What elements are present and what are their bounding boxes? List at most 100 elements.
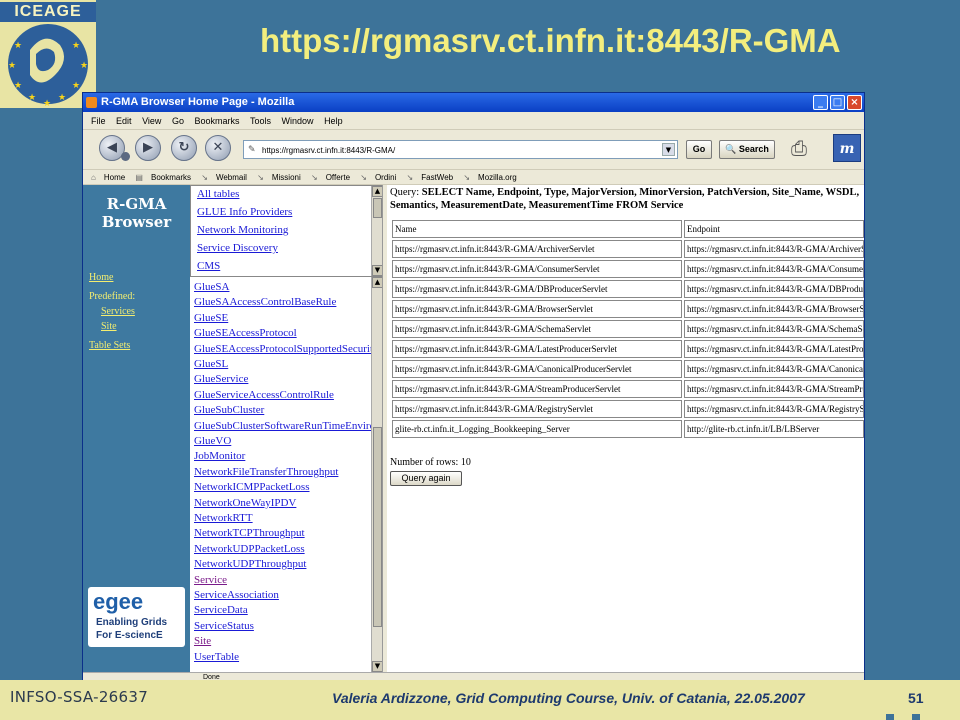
bookmark-home[interactable]: Home bbox=[104, 173, 125, 182]
table-link[interactable]: GlueSE bbox=[194, 312, 228, 324]
column-header-endpoint: Endpoint bbox=[684, 220, 864, 238]
table-link[interactable]: Service bbox=[194, 574, 227, 586]
cell-endpoint: https://rgmasrv.ct.infn.it:8443/R-GMA/DB… bbox=[684, 280, 864, 298]
table-link[interactable]: ServiceData bbox=[194, 604, 248, 616]
bookmark-webmail[interactable]: Webmail bbox=[216, 173, 247, 182]
table-link[interactable]: GlueSAAccessControlBaseRule bbox=[194, 296, 336, 308]
footer-square-decoration bbox=[912, 714, 920, 720]
bookmark-link-icon: ↘ bbox=[201, 173, 208, 182]
url-text[interactable]: https://rgmasrv.ct.infn.it:8443/R-GMA/ bbox=[262, 141, 395, 160]
svg-text:★: ★ bbox=[80, 60, 88, 70]
table-link[interactable]: NetworkUDPPacketLoss bbox=[194, 543, 305, 555]
table-link[interactable]: GlueSubCluster bbox=[194, 404, 264, 416]
table-link[interactable]: NetworkFileTransferThroughput bbox=[194, 466, 338, 478]
menu-window[interactable]: Window bbox=[282, 116, 314, 126]
scroll-thumb[interactable] bbox=[373, 427, 382, 627]
window-title: R-GMA Browser Home Page - Mozilla bbox=[101, 96, 295, 108]
url-history-icon[interactable]: ▼ bbox=[662, 143, 675, 156]
minimize-button[interactable]: _ bbox=[813, 95, 828, 110]
menu-go[interactable]: Go bbox=[172, 116, 184, 126]
table-link[interactable]: NetworkUDPThroughput bbox=[194, 558, 306, 570]
menu-bookmarks[interactable]: Bookmarks bbox=[194, 116, 239, 126]
table-set-service-discovery[interactable]: Service Discovery bbox=[197, 242, 278, 254]
stop-icon[interactable]: ✕ bbox=[205, 135, 231, 161]
table-link[interactable]: GlueSubClusterSoftwareRunTimeEnvironment bbox=[194, 420, 382, 432]
menu-file[interactable]: File bbox=[91, 116, 106, 126]
maximize-button[interactable]: □ bbox=[830, 95, 845, 110]
scroll-up-icon[interactable]: ▲ bbox=[372, 186, 382, 197]
table-set-glue-info-providers[interactable]: GLUE Info Providers bbox=[197, 206, 292, 218]
table-link[interactable]: GlueSEAccessProtocolSupportedSecurity bbox=[194, 343, 379, 355]
nav-site-link[interactable]: Site bbox=[101, 321, 117, 332]
results-body: Name Endpoint https://rgmasrv.ct.infn.it… bbox=[392, 220, 864, 438]
scroll-thumb[interactable] bbox=[373, 198, 382, 218]
search-button[interactable]: 🔍 Search bbox=[719, 140, 775, 159]
bookmark-bookmarks[interactable]: Bookmarks bbox=[151, 173, 191, 182]
bookmark-fastweb[interactable]: FastWeb bbox=[421, 173, 453, 182]
table-row: https://rgmasrv.ct.infn.it:8443/R-GMA/Ar… bbox=[392, 240, 864, 258]
bookmarks-toolbar: ⌂ Home ▤ Bookmarks ↘ Webmail ↘ Missioni ↘ Off… bbox=[83, 170, 864, 185]
table-set-network-monitoring[interactable]: Network Monitoring bbox=[197, 224, 288, 236]
mozilla-window: R-GMA Browser Home Page - Mozilla _ □ × … bbox=[82, 92, 865, 682]
table-link[interactable]: UserTable bbox=[194, 651, 239, 663]
scroll-up-icon[interactable]: ▲ bbox=[372, 277, 382, 288]
table-set-all-tables[interactable]: All tables bbox=[197, 188, 239, 200]
table-row: https://rgmasrv.ct.infn.it:8443/R-GMA/Br… bbox=[392, 300, 864, 318]
url-bar[interactable]: ✎ https://rgmasrv.ct.infn.it:8443/R-GMA/… bbox=[243, 140, 678, 159]
menu-help[interactable]: Help bbox=[324, 116, 343, 126]
footer-grant-id: INFSO-SSA-26637 bbox=[10, 688, 149, 706]
table-link[interactable]: NetworkICMPPacketLoss bbox=[194, 481, 310, 493]
window-titlebar[interactable]: R-GMA Browser Home Page - Mozilla _ □ × bbox=[83, 93, 864, 112]
bookmark-offerte[interactable]: Offerte bbox=[326, 173, 350, 182]
menu-view[interactable]: View bbox=[142, 116, 161, 126]
nav-home-link[interactable]: Home bbox=[89, 272, 113, 283]
table-sets-scrollbar[interactable]: ▲ ▼ bbox=[371, 186, 382, 276]
tables-scrollbar[interactable]: ▲ ▼ bbox=[371, 277, 382, 672]
bookmark-missioni[interactable]: Missioni bbox=[272, 173, 301, 182]
table-link[interactable]: GlueSA bbox=[194, 281, 229, 293]
svg-text:★: ★ bbox=[8, 60, 16, 70]
iceage-logo-title: ICEAGE bbox=[0, 2, 96, 22]
cell-name: https://rgmasrv.ct.infn.it:8443/R-GMA/Co… bbox=[392, 260, 682, 278]
cell-endpoint: https://rgmasrv.ct.infn.it:8443/R-GMA/Co… bbox=[684, 260, 864, 278]
reload-icon[interactable]: ↻ bbox=[171, 135, 197, 161]
menu-bar: File Edit View Go Bookmarks Tools Window… bbox=[83, 112, 864, 130]
forward-icon[interactable]: ▶ bbox=[135, 135, 161, 161]
scroll-down-icon[interactable]: ▼ bbox=[372, 265, 382, 276]
mozilla-logo[interactable]: m bbox=[833, 134, 861, 162]
cell-name: glite-rb.ct.infn.it_Logging_Bookkeeping_… bbox=[392, 420, 682, 438]
table-link[interactable]: NetworkOneWayIPDV bbox=[194, 497, 296, 509]
go-button[interactable]: Go bbox=[686, 140, 712, 159]
bookmark-ordini[interactable]: Ordini bbox=[375, 173, 396, 182]
cell-name: https://rgmasrv.ct.infn.it:8443/R-GMA/St… bbox=[392, 380, 682, 398]
table-link[interactable]: GlueService bbox=[194, 373, 248, 385]
svg-text:★: ★ bbox=[72, 80, 80, 90]
table-link[interactable]: ServiceStatus bbox=[194, 620, 254, 632]
table-link[interactable]: ServiceAssociation bbox=[194, 589, 279, 601]
table-link[interactable]: GlueVO bbox=[194, 435, 231, 447]
back-menu-icon[interactable] bbox=[121, 152, 130, 161]
table-link[interactable]: GlueServiceAccessControlRule bbox=[194, 389, 334, 401]
menu-tools[interactable]: Tools bbox=[250, 116, 271, 126]
table-link[interactable]: NetworkRTT bbox=[194, 512, 253, 524]
nav-table-sets-link[interactable]: Table Sets bbox=[89, 340, 130, 351]
footer-square-decoration bbox=[886, 714, 894, 720]
scroll-down-icon[interactable]: ▼ bbox=[372, 661, 382, 672]
table-link[interactable]: JobMonitor bbox=[194, 450, 245, 462]
table-link[interactable]: Site bbox=[194, 635, 211, 647]
cell-name: https://rgmasrv.ct.infn.it:8443/R-GMA/DB… bbox=[392, 280, 682, 298]
query-again-button[interactable]: Query again bbox=[390, 471, 462, 486]
table-link[interactable]: GlueSEAccessProtocol bbox=[194, 327, 297, 339]
table-set-cms[interactable]: CMS bbox=[197, 260, 220, 272]
bookmark-mozilla-org[interactable]: Mozilla.org bbox=[478, 173, 517, 182]
cell-endpoint: https://rgmasrv.ct.infn.it:8443/R-GMA/St… bbox=[684, 380, 864, 398]
nav-services-link[interactable]: Services bbox=[101, 306, 135, 317]
table-link[interactable]: GlueSL bbox=[194, 358, 228, 370]
table-link[interactable]: NetworkTCPThroughput bbox=[194, 527, 305, 539]
print-icon[interactable]: ⎙ bbox=[791, 136, 807, 160]
table-sets-box: All tables GLUE Info Providers Network M… bbox=[190, 185, 382, 277]
close-button[interactable]: × bbox=[847, 95, 862, 110]
bookmark-link-icon: ↘ bbox=[311, 173, 318, 182]
menu-edit[interactable]: Edit bbox=[116, 116, 132, 126]
left-nav-frame: R-GMA Browser Home Predefined: Services … bbox=[83, 185, 190, 672]
